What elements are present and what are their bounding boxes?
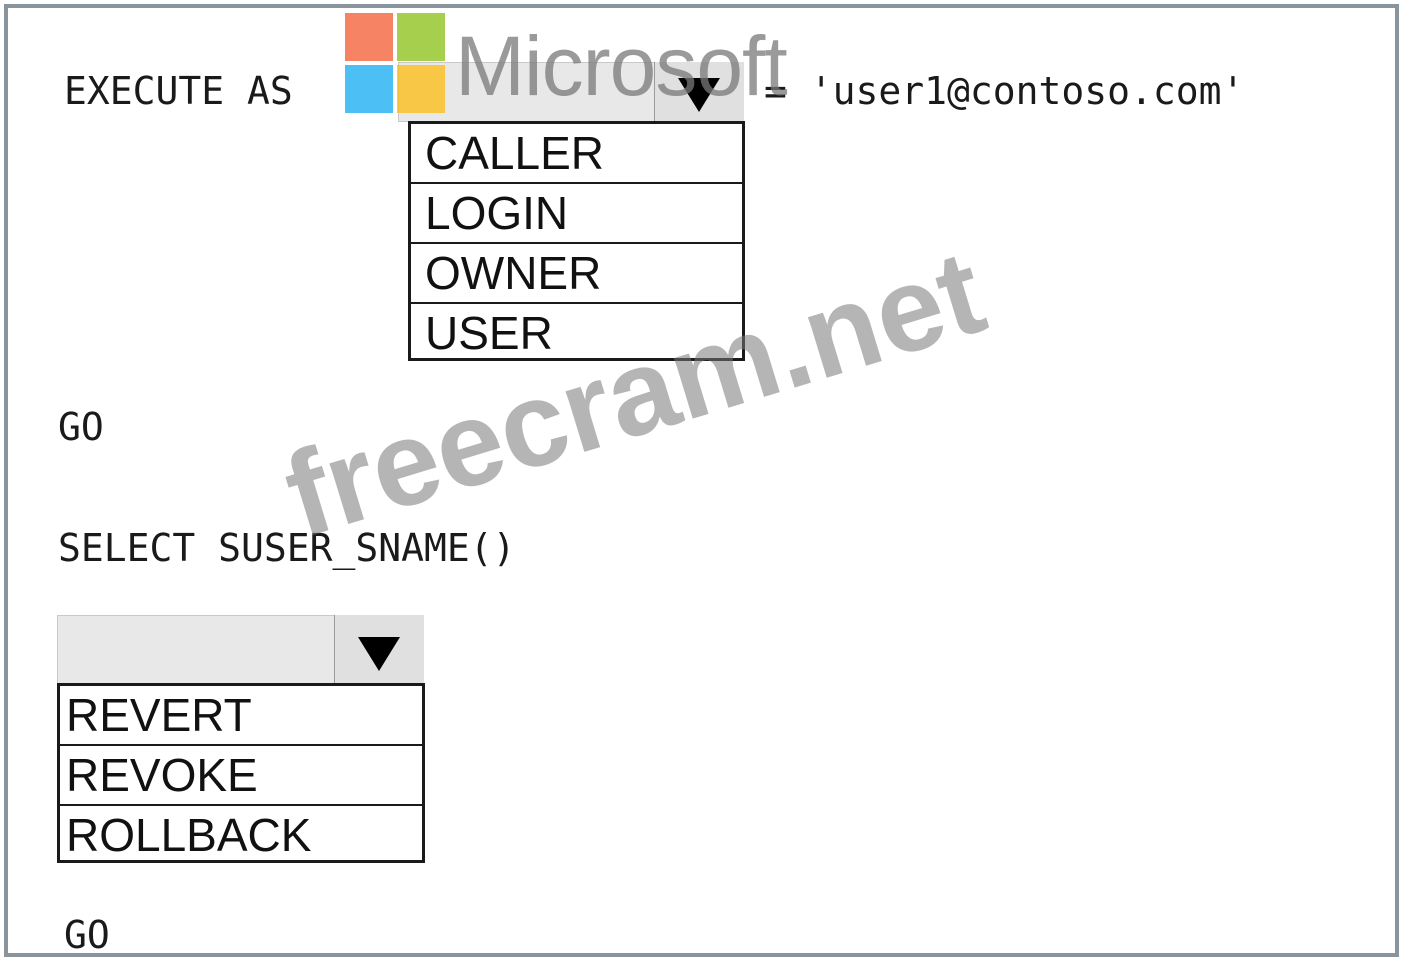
revert-options-list: REVERT REVOKE ROLLBACK <box>57 683 425 863</box>
option-rollback[interactable]: ROLLBACK <box>60 806 422 866</box>
execute-as-options-list: CALLER LOGIN OWNER USER <box>408 121 745 361</box>
option-user[interactable]: USER <box>411 304 742 364</box>
dropdown-toggle-button[interactable] <box>334 615 424 685</box>
execute-as-dropdown[interactable] <box>398 62 744 122</box>
option-owner[interactable]: OWNER <box>411 244 742 304</box>
option-caller[interactable]: CALLER <box>411 124 742 184</box>
option-revoke[interactable]: REVOKE <box>60 746 422 806</box>
execute-as-keyword: EXECUTE AS <box>64 69 293 113</box>
go-statement-2: GO <box>64 913 110 957</box>
caret-down-icon <box>678 78 720 112</box>
select-statement: SELECT SUSER_SNAME() <box>58 526 516 570</box>
dropdown-toggle-button[interactable] <box>654 62 744 122</box>
revert-dropdown[interactable] <box>57 615 424 685</box>
execute-as-user-value: = 'user1@contoso.com' <box>764 69 1245 113</box>
option-login[interactable]: LOGIN <box>411 184 742 244</box>
caret-down-icon <box>358 637 400 671</box>
go-statement-1: GO <box>58 405 104 449</box>
option-revert[interactable]: REVERT <box>60 686 422 746</box>
